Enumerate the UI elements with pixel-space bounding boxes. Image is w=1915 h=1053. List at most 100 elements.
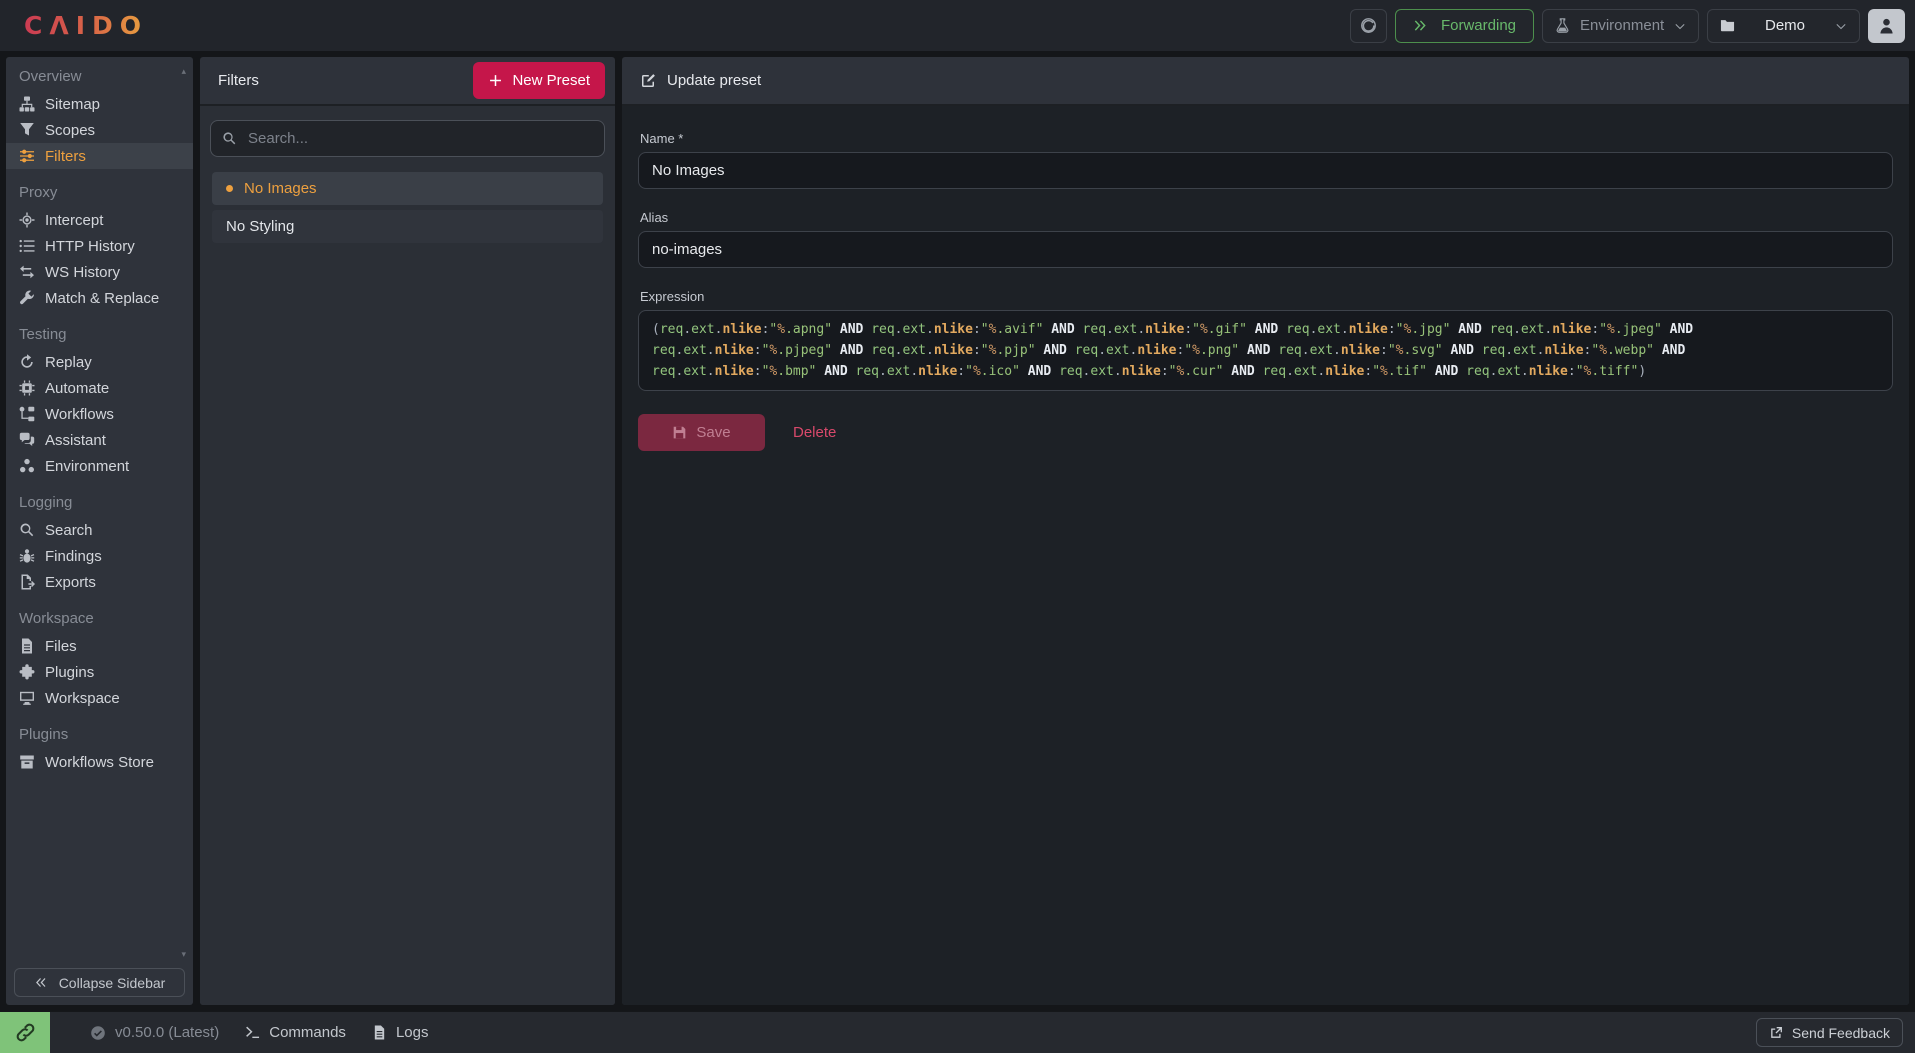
sidebar-section-workspace: Workspace: [6, 610, 193, 627]
presets-panel-body: No Images No Styling: [200, 106, 615, 1005]
project-dropdown[interactable]: Demo: [1707, 9, 1860, 43]
forwarding-button[interactable]: Forwarding: [1395, 9, 1534, 43]
sidebar-item-label: WS History: [45, 264, 120, 281]
status-bar: v0.50.0 (Latest) Commands Logs Send Feed…: [0, 1011, 1915, 1053]
sidebar-item-sitemap[interactable]: Sitemap: [6, 91, 193, 117]
files-icon: [19, 638, 35, 654]
sidebar-item-findings[interactable]: Findings: [6, 543, 193, 569]
sidebar-item-replay[interactable]: Replay: [6, 349, 193, 375]
sidebar-item-workspace[interactable]: Workspace: [6, 685, 193, 711]
filters-icon: [19, 148, 35, 164]
store-icon: [19, 754, 35, 770]
edit-icon: [640, 73, 656, 89]
chevron-down-icon: [1835, 20, 1847, 32]
sidebar-item-workflows[interactable]: Workflows: [6, 401, 193, 427]
sidebar-item-http-history[interactable]: HTTP History: [6, 233, 193, 259]
sidebar-item-label: Search: [45, 522, 93, 539]
preset-item-no-images[interactable]: No Images: [212, 172, 603, 205]
sidebar-item-label: Assistant: [45, 432, 106, 449]
new-preset-button[interactable]: New Preset: [473, 62, 605, 99]
save-button[interactable]: Save: [638, 414, 765, 451]
sidebar-item-ws-history[interactable]: WS History: [6, 259, 193, 285]
intercept-icon: [19, 212, 35, 228]
editor-panel-title: Update preset: [667, 72, 761, 89]
workflows-icon: [19, 406, 35, 422]
sidebar-item-intercept[interactable]: Intercept: [6, 207, 193, 233]
link-icon: [16, 1023, 35, 1042]
folder-icon: [1720, 18, 1735, 33]
terminal-icon: [245, 1025, 260, 1040]
sidebar-item-files[interactable]: Files: [6, 633, 193, 659]
name-input[interactable]: [638, 152, 1893, 189]
sidebar-item-environment[interactable]: Environment: [6, 453, 193, 479]
active-preset-dot: [226, 185, 233, 192]
sidebar-item-label: Environment: [45, 458, 129, 475]
external-link-icon: [1769, 1026, 1783, 1040]
sidebar-item-automate[interactable]: Automate: [6, 375, 193, 401]
browser-button[interactable]: [1350, 9, 1387, 43]
preset-search-box: [210, 120, 605, 157]
sidebar-item-search[interactable]: Search: [6, 517, 193, 543]
logs-button[interactable]: Logs: [372, 1024, 429, 1041]
version-label: v0.50.0 (Latest): [115, 1024, 219, 1041]
preset-item-no-styling[interactable]: No Styling: [212, 210, 603, 243]
editor-panel-header: Update preset: [622, 57, 1909, 106]
sidebar-section-proxy: Proxy: [6, 184, 193, 201]
sidebar-item-plugins[interactable]: Plugins: [6, 659, 193, 685]
sidebar-item-scopes[interactable]: Scopes: [6, 117, 193, 143]
sidebar-nav: Overview SitemapScopes Filters Proxy Interce…: [6, 68, 193, 775]
commands-button[interactable]: Commands: [245, 1024, 346, 1041]
sidebar-item-label: Workspace: [45, 690, 120, 707]
sidebar-item-match-replace[interactable]: Match & Replace: [6, 285, 193, 311]
replay-icon: [19, 354, 35, 370]
alias-input[interactable]: [638, 231, 1893, 268]
avatar-button[interactable]: [1868, 9, 1905, 43]
sidebar-section-overview: Overview: [6, 68, 193, 85]
environment-dropdown[interactable]: Environment: [1542, 9, 1699, 43]
preset-item-label: No Styling: [226, 218, 294, 235]
file-lines-icon: [372, 1025, 387, 1040]
send-feedback-button[interactable]: Send Feedback: [1756, 1018, 1903, 1047]
logs-label: Logs: [396, 1024, 429, 1041]
collapse-sidebar-label: Collapse Sidebar: [59, 975, 166, 991]
preset-search-input[interactable]: [246, 129, 593, 148]
findings-icon: [19, 548, 35, 564]
editor-panel-body: Name * Alias Expression (req.ext.nlike:"…: [622, 106, 1909, 1005]
connection-button[interactable]: [0, 1012, 50, 1053]
presets-panel-title: Filters: [218, 72, 259, 89]
name-label: Name *: [640, 131, 1893, 146]
sidebar-item-assistant[interactable]: Assistant: [6, 427, 193, 453]
sidebar-item-label: Workflows Store: [45, 754, 154, 771]
sidebar-item-exports[interactable]: Exports: [6, 569, 193, 595]
editor-actions: Save Delete: [638, 414, 1893, 451]
http-history-icon: [19, 238, 35, 254]
sitemap-icon: [19, 96, 35, 112]
sidebar-item-label: Filters: [45, 148, 86, 165]
angles-right-icon: [1413, 18, 1428, 33]
assistant-icon: [19, 432, 35, 448]
sidebar-item-label: Match & Replace: [45, 290, 159, 307]
floppy-icon: [672, 425, 687, 440]
version-info: v0.50.0 (Latest): [90, 1024, 219, 1041]
exports-icon: [19, 574, 35, 590]
sidebar-item-label: Files: [45, 638, 77, 655]
plus-icon: [488, 73, 503, 88]
search-icon: [19, 522, 35, 538]
environment-icon: [19, 458, 35, 474]
chevron-down-icon: [1674, 20, 1686, 32]
collapse-sidebar-button[interactable]: Collapse Sidebar: [14, 968, 185, 997]
expression-editor[interactable]: (req.ext.nlike:"%.apng" AND req.ext.nlik…: [638, 310, 1893, 391]
match-replace-icon: [19, 290, 35, 306]
sidebar-item-workflows-store[interactable]: Workflows Store: [6, 749, 193, 775]
sidebar-section-logging: Logging: [6, 494, 193, 511]
presets-panel-header: Filters New Preset: [200, 57, 615, 106]
sidebar-item-label: Exports: [45, 574, 96, 591]
scopes-icon: [19, 122, 35, 138]
caido-swirl-icon: [1360, 17, 1377, 34]
update-preset-panel: Update preset Name * Alias Expression (r…: [622, 57, 1909, 1005]
sidebar-item-filters[interactable]: Filters: [6, 143, 193, 169]
delete-button[interactable]: Delete: [793, 424, 836, 441]
sidebar-section-testing: Testing: [6, 326, 193, 343]
send-feedback-label: Send Feedback: [1792, 1025, 1890, 1041]
plugins-icon: [19, 664, 35, 680]
